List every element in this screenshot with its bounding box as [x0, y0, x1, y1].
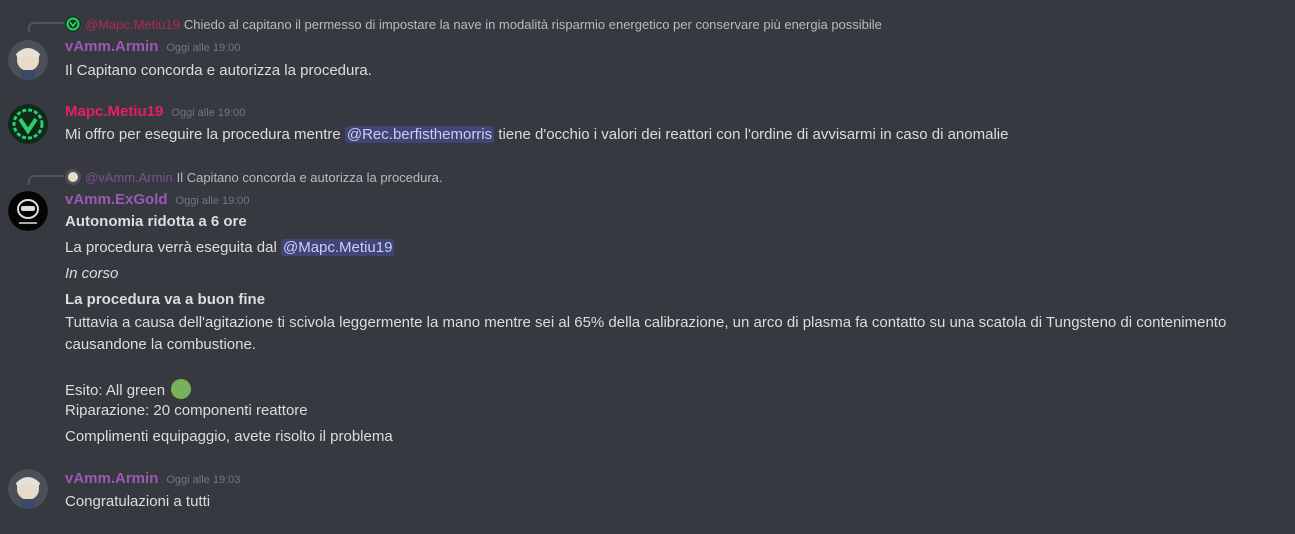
message-line: La procedura va a buon fine [65, 291, 266, 308]
text-segment: La procedura verrà eseguita dal [65, 239, 281, 256]
user-mention[interactable]: @Rec.berfisthemorris [344, 126, 495, 143]
message-text: Mi offro per eseguire la procedura mentr… [65, 126, 1008, 143]
reply-text: Chiedo al capitano il permesso di impost… [183, 16, 882, 32]
user-mention[interactable]: @Mapc.Metiu19 [280, 239, 395, 256]
message-line: Riparazione: 20 componenti reattore [65, 402, 308, 419]
message-line: La procedura verrà eseguita dal @Mapc.Me… [65, 239, 395, 256]
avatar [65, 16, 81, 32]
author-name[interactable]: vAmm.Armin [65, 38, 158, 55]
message-line: In corso [65, 265, 119, 282]
timestamp: Oggi alle 19:00 [166, 42, 241, 54]
text-segment: tiene d'occhio i valori dei reattori con… [494, 126, 1009, 143]
message-line: causandone la combustione. [65, 336, 256, 353]
message-text: Il Capitano concorda e autorizza la proc… [65, 62, 372, 79]
avatar[interactable] [8, 191, 48, 231]
author-name[interactable]: vAmm.Armin [65, 470, 158, 487]
timestamp: Oggi alle 19:00 [175, 195, 250, 207]
timestamp: Oggi alle 19:03 [166, 474, 241, 486]
text-segment: Mi offro per eseguire la procedura mentr… [65, 126, 345, 143]
text-segment: Esito: All green [65, 382, 166, 399]
reply-text: Il Capitano concorda e autorizza la proc… [176, 169, 443, 185]
reply-spine [28, 175, 64, 185]
avatar [65, 169, 81, 185]
reply-reference[interactable]: @vAmm.Armin Il Capitano concorda e autor… [65, 169, 443, 185]
timestamp: Oggi alle 19:00 [171, 107, 246, 119]
avatar[interactable] [8, 104, 48, 144]
message-line: Esito: All green [65, 379, 192, 399]
reply-author[interactable]: @vAmm.Armin [85, 170, 173, 185]
author-name[interactable]: vAmm.ExGold [65, 191, 168, 208]
green-circle-emoji [171, 379, 192, 399]
reply-reference[interactable]: @Mapc.Metiu19 Chiedo al capitano il perm… [65, 16, 882, 32]
message-line: Tuttavia a causa dell'agitazione ti sciv… [65, 314, 1227, 331]
message-line: Complimenti equipaggio, avete risolto il… [65, 428, 393, 445]
message-text: Congratulazioni a tutti [65, 493, 211, 510]
avatar[interactable] [8, 40, 48, 80]
author-name[interactable]: Mapc.Metiu19 [65, 103, 163, 120]
message-line: Autonomia ridotta a 6 ore [65, 213, 247, 230]
reply-author[interactable]: @Mapc.Metiu19 [85, 17, 180, 32]
avatar[interactable] [8, 469, 48, 509]
reply-spine [28, 22, 64, 32]
